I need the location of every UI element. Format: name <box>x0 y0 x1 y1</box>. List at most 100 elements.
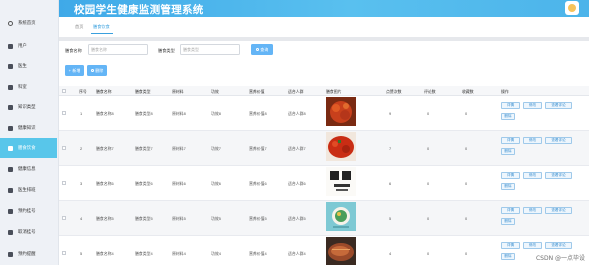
cell-material: 原材料4 <box>172 251 186 256</box>
sidebar-item-cancel[interactable]: 取消挂号 <box>0 222 57 242</box>
detail-button[interactable]: 详情 <box>501 207 520 214</box>
app-title: 校园学生健康监测管理系统 <box>74 4 204 16</box>
cell-comments: 0 <box>427 146 430 151</box>
cell-favorites: 0 <box>465 181 468 186</box>
cell-suitable: 适合人群4 <box>288 251 306 256</box>
category-icon <box>8 104 13 110</box>
cell-material: 原材料6 <box>172 181 186 186</box>
sidebar-item-doctors[interactable]: 医生 <box>0 56 57 76</box>
sidebar-item-diet[interactable]: 膳食饮食 <box>0 138 57 158</box>
cell-name: 膳食名称8 <box>96 111 114 116</box>
row-delete-button[interactable]: 删除 <box>501 183 515 190</box>
breadcrumb: 首页 膳食饮食 <box>59 17 589 37</box>
row-checkbox[interactable] <box>62 111 66 115</box>
diet-image <box>326 167 356 196</box>
header-image: 膳食图片 <box>326 89 342 94</box>
delete-button[interactable]: 删除 <box>87 65 107 76</box>
detail-button[interactable]: 详情 <box>501 242 520 249</box>
row-checkbox[interactable] <box>62 251 66 255</box>
table-row: 1 膳食名称8 膳食类型8 原材料8 功效8 营养价值8 适合人群8 9 0 0 详情 修改 查看评论删… <box>59 96 589 131</box>
sidebar-item-label: 预约提醒 <box>18 251 36 256</box>
view-comments-button[interactable]: 查看评论 <box>545 242 572 249</box>
sidebar-item-appointment[interactable]: 预约挂号 <box>0 201 57 221</box>
type-label: 膳食类型 <box>158 48 175 53</box>
cell-suitable: 适合人群7 <box>288 146 306 151</box>
diet-type-input[interactable]: 膳食类型 <box>180 44 240 55</box>
sidebar-item-departments[interactable]: 科室 <box>0 77 57 97</box>
cell-index: 4 <box>80 216 83 221</box>
header-likes: 点赞次数 <box>386 89 402 94</box>
cell-likes: 5 <box>389 216 392 221</box>
plus-icon: + <box>68 68 71 73</box>
row-checkbox[interactable] <box>62 146 66 150</box>
sidebar-item-label: 健康知识 <box>18 125 36 130</box>
cell-material: 原材料8 <box>172 111 186 116</box>
cell-name: 膳食名称7 <box>96 146 114 151</box>
cell-favorites: 0 <box>465 146 468 151</box>
avatar-icon <box>568 4 576 12</box>
sidebar-item-users[interactable]: 用户 <box>0 36 57 56</box>
add-button-label: 新增 <box>72 67 81 73</box>
view-comments-button[interactable]: 查看评论 <box>545 102 572 109</box>
tab-home[interactable]: 首页 <box>75 24 83 30</box>
view-comments-button[interactable]: 查看评论 <box>545 137 572 144</box>
row-checkbox[interactable] <box>62 181 66 185</box>
tab-diet[interactable]: 膳食饮食 <box>93 24 110 30</box>
cell-name: 膳食名称4 <box>96 251 114 256</box>
diet-image <box>326 132 356 161</box>
row-delete-button[interactable]: 删除 <box>501 253 515 260</box>
row-delete-button[interactable]: 删除 <box>501 148 515 155</box>
detail-button[interactable]: 详情 <box>501 102 520 109</box>
edit-button[interactable]: 修改 <box>523 102 542 109</box>
sidebar-item-health-info[interactable]: 健康信息 <box>0 159 57 179</box>
sidebar-item-reminder[interactable]: 预约提醒 <box>0 244 57 264</box>
cell-nutrition: 营养价值6 <box>249 181 267 186</box>
view-comments-button[interactable]: 查看评论 <box>545 172 572 179</box>
cell-suitable: 适合人群5 <box>288 216 306 221</box>
cell-effect: 功效7 <box>211 146 221 151</box>
cell-effect: 功效6 <box>211 181 221 186</box>
diet-icon <box>8 145 13 151</box>
watermark: CSDN @一点毕设 <box>535 255 585 262</box>
bell-icon <box>8 251 13 257</box>
detail-button[interactable]: 详情 <box>501 172 520 179</box>
edit-button[interactable]: 修改 <box>523 137 542 144</box>
sidebar-item-label: 系统首页 <box>18 20 36 25</box>
row-delete-button[interactable]: 删除 <box>501 218 515 225</box>
detail-button[interactable]: 详情 <box>501 137 520 144</box>
table-row: 3 膳食名称6 膳食类型6 原材料6 功效6 营养价值6 适合人群6 6 0 0 详情 修改 查看评论删… <box>59 166 589 201</box>
cell-effect: 功效8 <box>211 111 221 116</box>
add-button[interactable]: + 新增 <box>65 65 84 76</box>
doctor-icon <box>8 63 13 69</box>
search-icon <box>255 48 259 51</box>
sidebar-item-health-knowledge[interactable]: 健康知识 <box>0 118 57 138</box>
search-button-label: 查询 <box>260 46 269 52</box>
department-icon <box>8 84 13 90</box>
sidebar-item-label: 膳食饮食 <box>18 145 36 150</box>
tab-active-indicator <box>91 33 113 34</box>
sidebar-item-schedule[interactable]: 医生排班 <box>0 180 57 200</box>
header-favorites: 收藏数 <box>462 89 474 94</box>
sidebar-item-label: 知识类型 <box>18 104 36 109</box>
header-nutrition: 营养价值 <box>249 89 265 94</box>
header-name: 膳食名称 <box>96 89 112 94</box>
edit-button[interactable]: 修改 <box>523 172 542 179</box>
cancel-icon <box>8 229 13 235</box>
cell-suitable: 适合人群6 <box>288 181 306 186</box>
cell-name: 膳食名称5 <box>96 216 114 221</box>
edit-button[interactable]: 修改 <box>523 242 542 249</box>
sidebar-item-knowledge-types[interactable]: 知识类型 <box>0 97 57 117</box>
sidebar-item-label: 健康信息 <box>18 166 36 171</box>
search-panel: 膳食名称 膳食名称 膳食类型 膳食类型 查询 + 新增 删除 <box>59 41 589 86</box>
row-delete-button[interactable]: 删除 <box>501 113 515 120</box>
sidebar-item-home[interactable]: 系统首页 <box>0 13 57 33</box>
edit-button[interactable]: 修改 <box>523 207 542 214</box>
cell-type: 膳食类型6 <box>135 181 153 186</box>
diet-name-input[interactable]: 膳食名称 <box>88 44 148 55</box>
cell-name: 膳食名称6 <box>96 181 114 186</box>
view-comments-button[interactable]: 查看评论 <box>545 207 572 214</box>
select-all-checkbox[interactable] <box>62 89 66 93</box>
row-checkbox[interactable] <box>62 216 66 220</box>
search-button[interactable]: 查询 <box>251 44 273 55</box>
avatar[interactable] <box>565 1 579 15</box>
